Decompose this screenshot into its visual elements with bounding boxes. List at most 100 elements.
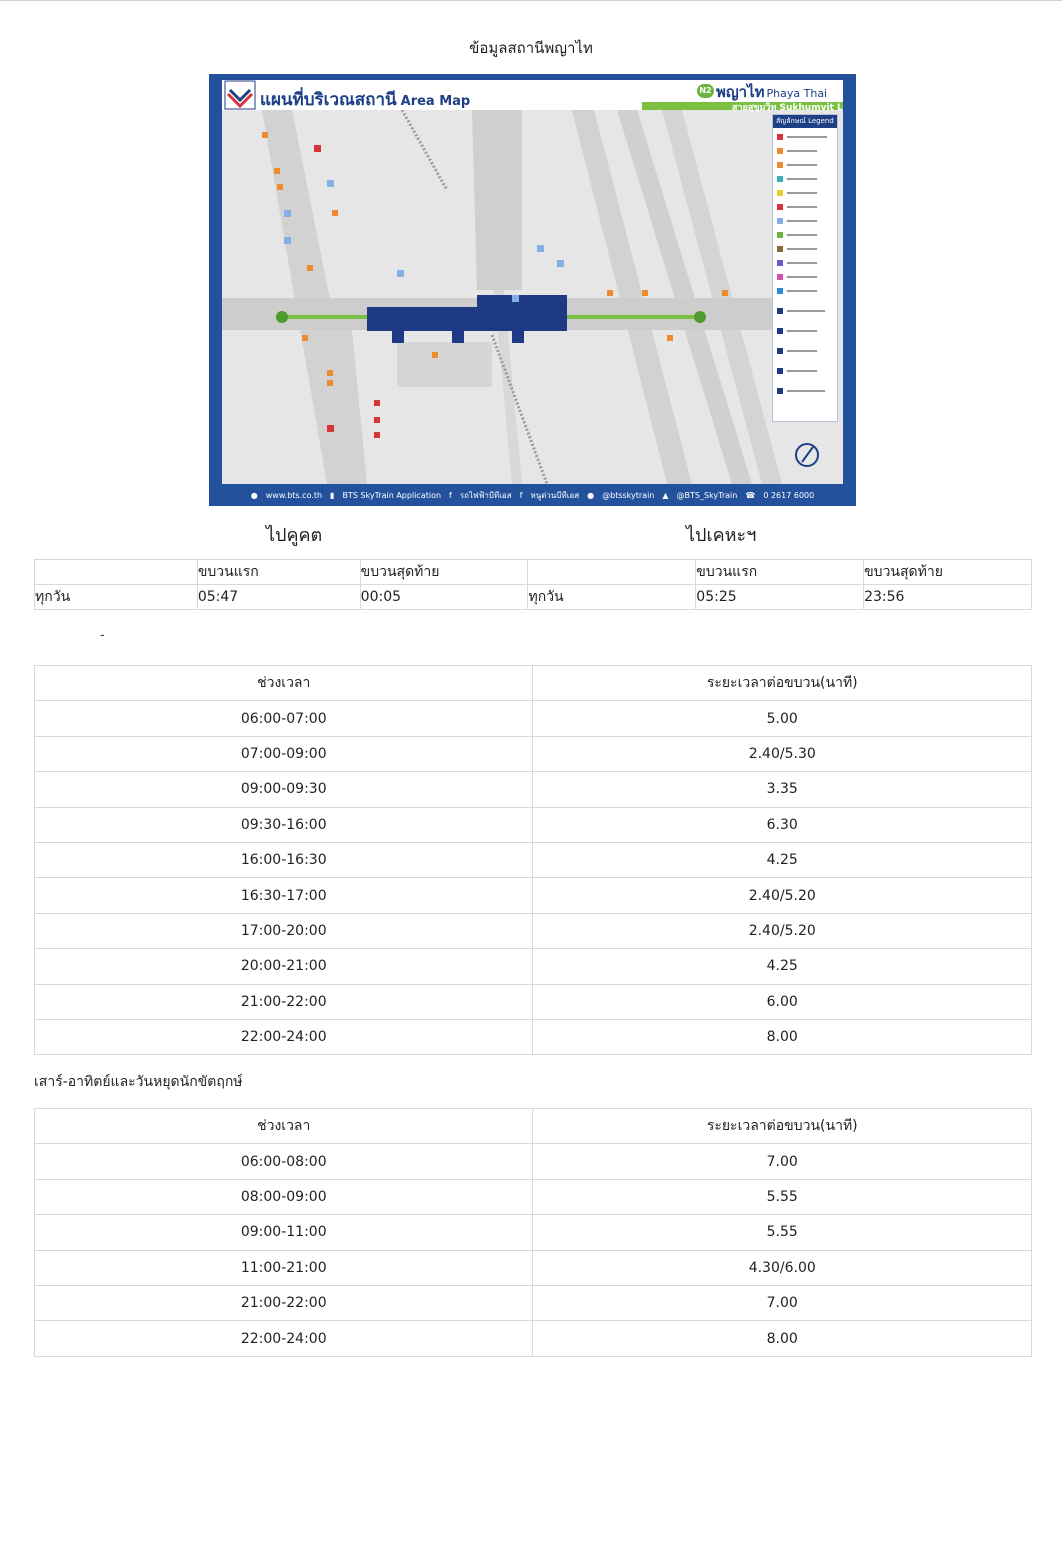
table-row: 09:30-16:00 6.30 — [33, 806, 1032, 843]
footer-app: BTS SkyTrain Application — [342, 490, 442, 500]
table-row: 21:00-22:00 6.00 — [33, 983, 1032, 1020]
page-title: ข้อมูลสถานีพญาไท — [469, 39, 593, 57]
interval: 7.00 — [532, 1143, 1032, 1180]
bts-logo-icon — [224, 80, 256, 110]
time-range: 11:00-21:00 — [33, 1249, 534, 1286]
interval: 4.30/6.00 — [532, 1249, 1032, 1286]
facebook-icon: f — [449, 490, 452, 500]
time-range: 09:00-11:00 — [33, 1214, 534, 1251]
table-row: ขบวนแรก ขบวนสุดท้าย ขบวนแรก ขบวนสุดท้าย — [34, 559, 1032, 585]
interval: 3.35 — [532, 771, 1032, 808]
weekend-section-title: เสาร์-อาทิตย์และวันหยุดนักขัตฤกษ์ — [34, 1074, 243, 1090]
last-train-time: 23:56 — [863, 584, 1032, 610]
station-name-th: พญาไท — [716, 83, 765, 101]
weekday-label: - — [100, 628, 105, 643]
footer-phone: 0 2617 6000 — [763, 490, 815, 500]
table-row: 11:00-21:00 4.30/6.00 — [33, 1249, 1032, 1286]
table-row: 09:00-11:00 5.55 — [33, 1214, 1032, 1251]
day-cell: ทุกวัน — [34, 584, 198, 610]
table-row: 20:00-21:00 4.25 — [33, 948, 1032, 985]
interval: 4.25 — [532, 948, 1032, 985]
last-train-header: ขบวนสุดท้าย — [863, 559, 1032, 585]
area-map-footer: ● www.bts.co.th ▮ BTS SkyTrain Applicati… — [222, 486, 843, 504]
time-range: 06:00-07:00 — [33, 700, 534, 737]
table-row: 17:00-20:00 2.40/5.20 — [33, 912, 1032, 950]
footer-facebook-2: หนูด่วนบีทีเอส — [530, 490, 580, 500]
table-cell — [527, 559, 697, 585]
interval-header: ระยะเวลาต่อขบวน(นาที) — [532, 1107, 1032, 1145]
first-train-header: ขบวนแรก — [196, 559, 361, 585]
interval: 4.25 — [532, 841, 1032, 879]
phone-icon: ☎ — [745, 490, 756, 500]
twitter-icon: ▲ — [662, 490, 669, 500]
interval: 8.00 — [532, 1320, 1032, 1357]
interval: 7.00 — [532, 1284, 1032, 1322]
globe-icon: ● — [250, 490, 258, 500]
time-range: 17:00-20:00 — [33, 912, 534, 950]
table-row: 09:00-09:30 3.35 — [33, 771, 1032, 808]
legend-symbols — [777, 134, 827, 394]
area-map-title: แผนที่บริเวณสถานี Area Map — [260, 86, 470, 113]
facebook-icon: f — [519, 490, 523, 500]
table-row: 16:30-17:00 2.40/5.20 — [33, 877, 1032, 914]
time-range-header: ช่วงเวลา — [33, 1107, 534, 1145]
footer-line: @btsskytrain — [602, 490, 655, 500]
last-train-header: ขบวนสุดท้าย — [359, 559, 529, 585]
weekday-frequency-table: ช่วงเวลา ระยะเวลาต่อขบวน(นาที) 06:00-07:… — [33, 664, 1032, 1056]
table-header-row: ช่วงเวลา ระยะเวลาต่อขบวน(นาที) — [33, 664, 1032, 702]
time-range: 09:30-16:00 — [33, 806, 534, 843]
interval: 8.00 — [532, 1018, 1032, 1056]
table-row: 08:00-09:00 5.55 — [33, 1178, 1032, 1216]
time-range: 06:00-08:00 — [33, 1143, 534, 1180]
area-map-illustration — [222, 109, 819, 484]
direction-khu-khot: ไปคูคต — [266, 525, 323, 546]
interval: 2.40/5.20 — [532, 912, 1032, 950]
table-row: 21:00-22:00 7.00 — [33, 1284, 1032, 1322]
interval: 2.40/5.30 — [532, 735, 1032, 773]
table-row: 06:00-08:00 7.00 — [33, 1143, 1032, 1180]
line-app-icon: ● — [587, 490, 595, 500]
area-map-title-en: Area Map — [400, 94, 471, 109]
map-legend: สัญลักษณ์ Legend — [772, 114, 838, 422]
first-last-train-table: ขบวนแรก ขบวนสุดท้าย ขบวนแรก ขบวนสุดท้าย … — [34, 559, 1032, 610]
time-range: 08:00-09:00 — [33, 1178, 534, 1216]
time-range: 22:00-24:00 — [33, 1018, 534, 1056]
legend-title: สัญลักษณ์ Legend — [773, 115, 837, 128]
last-train-time: 00:05 — [359, 584, 529, 610]
time-range: 09:00-09:30 — [33, 771, 534, 808]
weekend-frequency-table: ช่วงเวลา ระยะเวลาต่อขบวน(นาที) 06:00-08:… — [33, 1107, 1032, 1357]
interval: 5.55 — [532, 1178, 1032, 1216]
interval: 5.00 — [532, 700, 1032, 737]
footer-twitter: @BTS_SkyTrain — [676, 490, 738, 500]
time-range: 16:00-16:30 — [33, 841, 534, 879]
interval: 2.40/5.20 — [532, 877, 1032, 914]
time-range: 20:00-21:00 — [33, 948, 534, 985]
time-range: 21:00-22:00 — [33, 983, 534, 1020]
station-code-badge: N2 — [697, 84, 714, 98]
line-name: สายสุขุมวิท Sukhumvit Line — [732, 103, 843, 113]
phone-app-icon: ▮ — [330, 490, 335, 500]
time-range: 22:00-24:00 — [33, 1320, 534, 1357]
footer-website: www.bts.co.th — [265, 490, 323, 500]
table-row: 16:00-16:30 4.25 — [33, 841, 1032, 879]
table-cell — [34, 559, 198, 585]
table-header-row: ช่วงเวลา ระยะเวลาต่อขบวน(นาที) — [33, 1107, 1032, 1145]
table-row: 07:00-09:00 2.40/5.30 — [33, 735, 1032, 773]
footer-facebook-1: รถไฟฟ้าบีทีเอส — [459, 490, 512, 500]
time-range: 07:00-09:00 — [33, 735, 534, 773]
time-range-header: ช่วงเวลา — [33, 664, 534, 702]
station-name-en: Phaya Thai — [766, 87, 828, 100]
interval: 6.00 — [532, 983, 1032, 1020]
table-row: 22:00-24:00 8.00 — [33, 1018, 1032, 1056]
first-train-time: 05:47 — [196, 584, 361, 610]
first-train-header: ขบวนแรก — [695, 559, 865, 585]
top-divider — [0, 0, 1062, 1]
interval: 6.30 — [532, 806, 1032, 843]
interval-header: ระยะเวลาต่อขบวน(นาที) — [532, 664, 1032, 702]
interval: 5.55 — [532, 1214, 1032, 1251]
direction-kheha: ไปเคหะฯ — [686, 525, 757, 546]
time-range: 16:30-17:00 — [33, 877, 534, 914]
table-row: ทุกวัน 05:47 00:05 ทุกวัน 05:25 23:56 — [34, 584, 1032, 610]
time-range: 21:00-22:00 — [33, 1284, 534, 1322]
area-map: แผนที่บริเวณสถานี Area Map N2 พญาไท Phaya … — [209, 74, 856, 506]
